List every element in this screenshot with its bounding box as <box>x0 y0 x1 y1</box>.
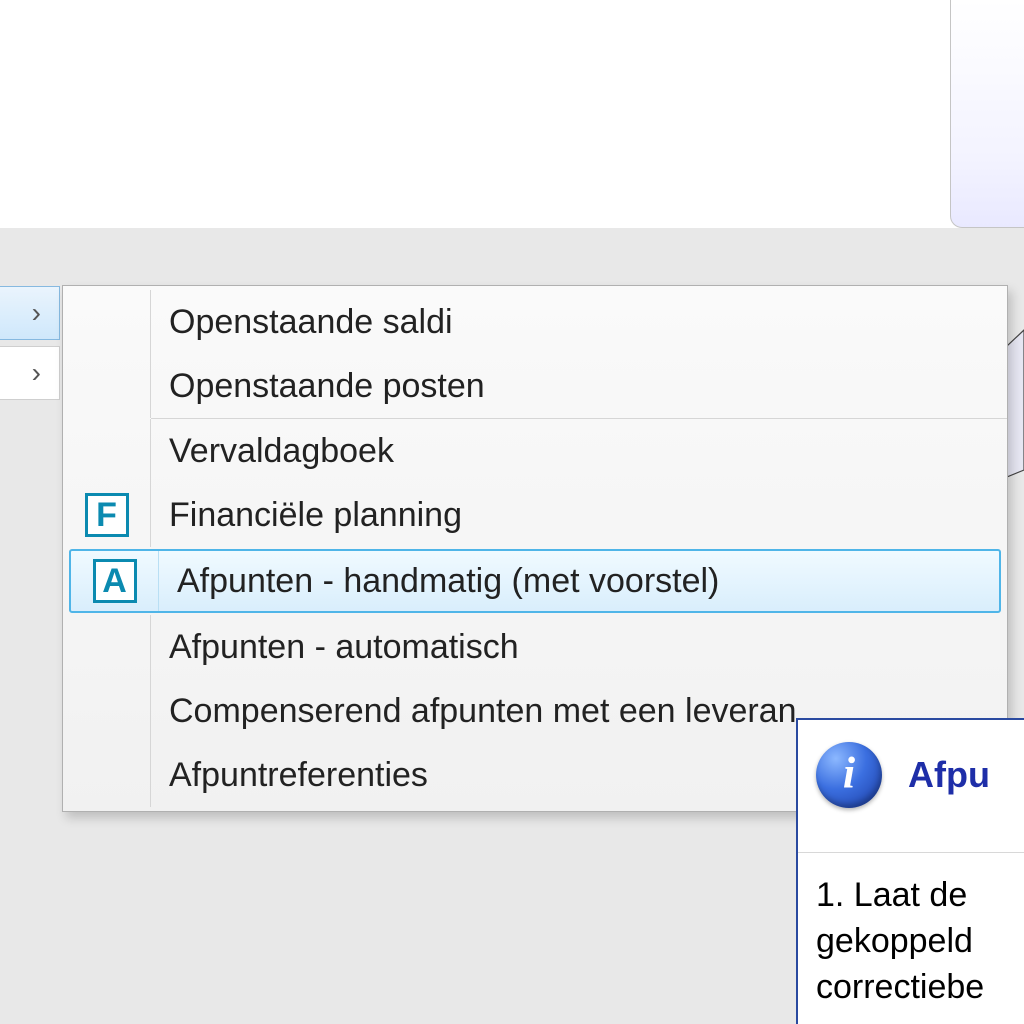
info-header: Afpu <box>816 742 1006 808</box>
menu-item-icon-slot <box>63 679 151 743</box>
left-expand-button-2[interactable]: › <box>0 346 60 400</box>
info-body: 1. Laat de gekoppeld correctiebe <box>816 873 1006 1011</box>
info-icon <box>816 742 882 808</box>
menu-item-openstaande-posten[interactable]: Openstaande posten <box>63 354 1007 418</box>
menu-item-financiele-planning[interactable]: F Financiële planning <box>63 483 1007 547</box>
menu-item-label: Afpunten - automatisch <box>151 628 1007 667</box>
menu-item-label: Afpunten - handmatig (met voorstel) <box>159 562 999 601</box>
menu-item-openstaande-saldi[interactable]: Openstaande saldi <box>63 290 1007 354</box>
chevron-right-icon: › <box>32 357 41 389</box>
info-line-2: gekoppeld <box>816 919 1006 965</box>
menu-item-icon-slot <box>63 615 151 679</box>
menu-item-vervaldagboek[interactable]: Vervaldagboek <box>63 419 1007 483</box>
chevron-right-icon: › <box>32 297 41 329</box>
menu-item-label: Openstaande saldi <box>151 303 1007 342</box>
menu-item-label: Vervaldagboek <box>151 432 1007 471</box>
info-line-3: correctiebe <box>816 965 1006 1011</box>
info-panel: Afpu 1. Laat de gekoppeld correctiebe <box>796 718 1024 1024</box>
menu-item-icon-slot: F <box>63 483 151 547</box>
top-right-panel <box>950 0 1024 228</box>
info-divider <box>798 852 1024 853</box>
letter-f-icon: F <box>85 493 129 537</box>
info-title: Afpu <box>908 754 990 796</box>
menu-item-icon-slot: A <box>71 551 159 611</box>
menu-item-icon-slot <box>63 419 151 483</box>
menu-item-icon-slot <box>63 290 151 354</box>
menu-item-afpunten-handmatig[interactable]: A Afpunten - handmatig (met voorstel) <box>69 549 1001 613</box>
menu-item-afpunten-automatisch[interactable]: Afpunten - automatisch <box>63 615 1007 679</box>
menu-item-icon-slot <box>63 743 151 807</box>
menu-item-icon-slot <box>63 354 151 418</box>
left-expand-button-1[interactable]: › <box>0 286 60 340</box>
letter-a-icon: A <box>93 559 137 603</box>
info-line-1: 1. Laat de <box>816 873 1006 919</box>
menu-item-label: Financiële planning <box>151 496 1007 535</box>
menu-item-label: Openstaande posten <box>151 367 1007 406</box>
